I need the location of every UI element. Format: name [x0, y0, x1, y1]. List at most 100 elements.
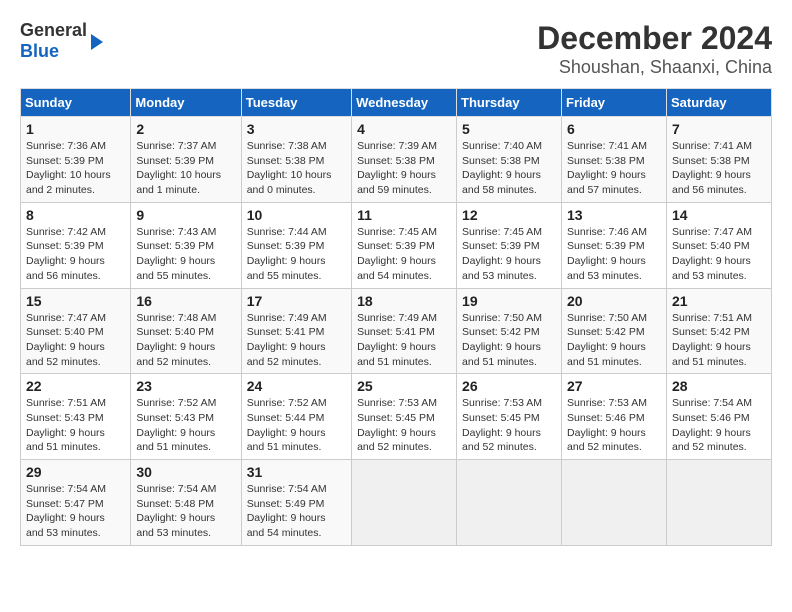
day-number: 15 — [26, 293, 125, 309]
title-block: December 2024 Shoushan, Shaanxi, China — [537, 20, 772, 78]
day-number: 20 — [567, 293, 661, 309]
calendar-cell: 30 Sunrise: 7:54 AM Sunset: 5:48 PM Dayli… — [131, 460, 241, 546]
calendar-cell: 17 Sunrise: 7:49 AM Sunset: 5:41 PM Dayli… — [241, 288, 351, 374]
day-number: 26 — [462, 378, 556, 394]
header-cell-thursday: Thursday — [457, 89, 562, 117]
day-info: Sunrise: 7:46 AM Sunset: 5:39 PM Dayligh… — [567, 225, 661, 284]
day-number: 9 — [136, 207, 235, 223]
calendar-cell: 4Sunrise: 7:39 AM Sunset: 5:38 PM Daylig… — [352, 117, 457, 203]
logo-blue: Blue — [20, 41, 59, 61]
header-cell-sunday: Sunday — [21, 89, 131, 117]
day-number: 30 — [136, 464, 235, 480]
day-number: 17 — [247, 293, 346, 309]
calendar-cell: 13 Sunrise: 7:46 AM Sunset: 5:39 PM Dayli… — [562, 202, 667, 288]
day-number: 27 — [567, 378, 661, 394]
day-number: 16 — [136, 293, 235, 309]
calendar-cell: 19 Sunrise: 7:50 AM Sunset: 5:42 PM Dayli… — [457, 288, 562, 374]
page-title: December 2024 — [537, 20, 772, 57]
page-subtitle: Shoushan, Shaanxi, China — [537, 57, 772, 78]
day-info: Sunrise: 7:54 AM Sunset: 5:47 PM Dayligh… — [26, 482, 125, 541]
calendar-cell: 26 Sunrise: 7:53 AM Sunset: 5:45 PM Dayli… — [457, 374, 562, 460]
calendar-cell: 24 Sunrise: 7:52 AM Sunset: 5:44 PM Dayli… — [241, 374, 351, 460]
day-number: 4 — [357, 121, 451, 137]
calendar-cell: 21 Sunrise: 7:51 AM Sunset: 5:42 PM Dayli… — [666, 288, 771, 374]
calendar-cell: 3 Sunrise: 7:38 AM Sunset: 5:38 PM Daylig… — [241, 117, 351, 203]
day-info: Sunrise: 7:38 AM Sunset: 5:38 PM Dayligh… — [247, 139, 346, 198]
calendar-week-1: 1 Sunrise: 7:36 AM Sunset: 5:39 PM Daylig… — [21, 117, 772, 203]
calendar-cell: 1 Sunrise: 7:36 AM Sunset: 5:39 PM Daylig… — [21, 117, 131, 203]
day-info: Sunrise: 7:44 AM Sunset: 5:39 PM Dayligh… — [247, 225, 346, 284]
day-number: 1 — [26, 121, 125, 137]
calendar-cell: 5 Sunrise: 7:40 AM Sunset: 5:38 PM Daylig… — [457, 117, 562, 203]
day-info: Sunrise: 7:52 AM Sunset: 5:44 PM Dayligh… — [247, 396, 346, 455]
calendar-cell: 9Sunrise: 7:43 AM Sunset: 5:39 PM Daylig… — [131, 202, 241, 288]
day-info: Sunrise: 7:47 AM Sunset: 5:40 PM Dayligh… — [26, 311, 125, 370]
day-number: 31 — [247, 464, 346, 480]
day-info: Sunrise: 7:50 AM Sunset: 5:42 PM Dayligh… — [567, 311, 661, 370]
calendar-cell: 31Sunrise: 7:54 AM Sunset: 5:49 PM Dayli… — [241, 460, 351, 546]
calendar-cell: 22 Sunrise: 7:51 AM Sunset: 5:43 PM Dayli… — [21, 374, 131, 460]
day-info: Sunrise: 7:45 AM Sunset: 5:39 PM Dayligh… — [462, 225, 556, 284]
calendar-cell — [352, 460, 457, 546]
day-number: 3 — [247, 121, 346, 137]
header-cell-wednesday: Wednesday — [352, 89, 457, 117]
day-number: 13 — [567, 207, 661, 223]
day-number: 8 — [26, 207, 125, 223]
calendar-cell: 12Sunrise: 7:45 AM Sunset: 5:39 PM Dayli… — [457, 202, 562, 288]
day-number: 14 — [672, 207, 766, 223]
day-info: Sunrise: 7:36 AM Sunset: 5:39 PM Dayligh… — [26, 139, 125, 198]
day-number: 24 — [247, 378, 346, 394]
day-info: Sunrise: 7:54 AM Sunset: 5:48 PM Dayligh… — [136, 482, 235, 541]
day-info: Sunrise: 7:51 AM Sunset: 5:42 PM Dayligh… — [672, 311, 766, 370]
day-info: Sunrise: 7:37 AM Sunset: 5:39 PM Dayligh… — [136, 139, 235, 198]
day-info: Sunrise: 7:52 AM Sunset: 5:43 PM Dayligh… — [136, 396, 235, 455]
day-info: Sunrise: 7:53 AM Sunset: 5:46 PM Dayligh… — [567, 396, 661, 455]
page-header: General Blue December 2024 Shoushan, Sha… — [20, 20, 772, 78]
day-number: 7 — [672, 121, 766, 137]
calendar-cell — [457, 460, 562, 546]
day-info: Sunrise: 7:45 AM Sunset: 5:39 PM Dayligh… — [357, 225, 451, 284]
day-number: 22 — [26, 378, 125, 394]
calendar-cell: 7 Sunrise: 7:41 AM Sunset: 5:38 PM Daylig… — [666, 117, 771, 203]
day-info: Sunrise: 7:53 AM Sunset: 5:45 PM Dayligh… — [462, 396, 556, 455]
calendar-cell: 15 Sunrise: 7:47 AM Sunset: 5:40 PM Dayli… — [21, 288, 131, 374]
calendar-cell: 18 Sunrise: 7:49 AM Sunset: 5:41 PM Dayli… — [352, 288, 457, 374]
day-number: 10 — [247, 207, 346, 223]
header-cell-friday: Friday — [562, 89, 667, 117]
day-info: Sunrise: 7:41 AM Sunset: 5:38 PM Dayligh… — [672, 139, 766, 198]
calendar-cell: 16Sunrise: 7:48 AM Sunset: 5:40 PM Dayli… — [131, 288, 241, 374]
calendar-cell: 11Sunrise: 7:45 AM Sunset: 5:39 PM Dayli… — [352, 202, 457, 288]
header-cell-tuesday: Tuesday — [241, 89, 351, 117]
calendar-week-3: 15 Sunrise: 7:47 AM Sunset: 5:40 PM Dayli… — [21, 288, 772, 374]
day-number: 19 — [462, 293, 556, 309]
day-number: 29 — [26, 464, 125, 480]
day-info: Sunrise: 7:50 AM Sunset: 5:42 PM Dayligh… — [462, 311, 556, 370]
calendar-cell: 23Sunrise: 7:52 AM Sunset: 5:43 PM Dayli… — [131, 374, 241, 460]
calendar-cell: 14Sunrise: 7:47 AM Sunset: 5:40 PM Dayli… — [666, 202, 771, 288]
day-number: 5 — [462, 121, 556, 137]
calendar-cell: 6 Sunrise: 7:41 AM Sunset: 5:38 PM Daylig… — [562, 117, 667, 203]
header-cell-monday: Monday — [131, 89, 241, 117]
calendar-body: 1 Sunrise: 7:36 AM Sunset: 5:39 PM Daylig… — [21, 117, 772, 546]
calendar-week-4: 22 Sunrise: 7:51 AM Sunset: 5:43 PM Dayli… — [21, 374, 772, 460]
day-info: Sunrise: 7:40 AM Sunset: 5:38 PM Dayligh… — [462, 139, 556, 198]
day-number: 25 — [357, 378, 451, 394]
day-number: 6 — [567, 121, 661, 137]
calendar-header-row: SundayMondayTuesdayWednesdayThursdayFrid… — [21, 89, 772, 117]
day-info: Sunrise: 7:49 AM Sunset: 5:41 PM Dayligh… — [357, 311, 451, 370]
calendar-cell: 10 Sunrise: 7:44 AM Sunset: 5:39 PM Dayli… — [241, 202, 351, 288]
day-number: 21 — [672, 293, 766, 309]
calendar-cell — [562, 460, 667, 546]
day-number: 18 — [357, 293, 451, 309]
day-info: Sunrise: 7:49 AM Sunset: 5:41 PM Dayligh… — [247, 311, 346, 370]
logo-general: General — [20, 20, 87, 40]
day-number: 2 — [136, 121, 235, 137]
logo: General Blue — [20, 20, 103, 61]
calendar-cell — [666, 460, 771, 546]
calendar-week-5: 29 Sunrise: 7:54 AM Sunset: 5:47 PM Dayli… — [21, 460, 772, 546]
calendar-cell: 27 Sunrise: 7:53 AM Sunset: 5:46 PM Dayli… — [562, 374, 667, 460]
day-info: Sunrise: 7:51 AM Sunset: 5:43 PM Dayligh… — [26, 396, 125, 455]
day-info: Sunrise: 7:41 AM Sunset: 5:38 PM Dayligh… — [567, 139, 661, 198]
calendar-week-2: 8Sunrise: 7:42 AM Sunset: 5:39 PM Daylig… — [21, 202, 772, 288]
day-number: 28 — [672, 378, 766, 394]
